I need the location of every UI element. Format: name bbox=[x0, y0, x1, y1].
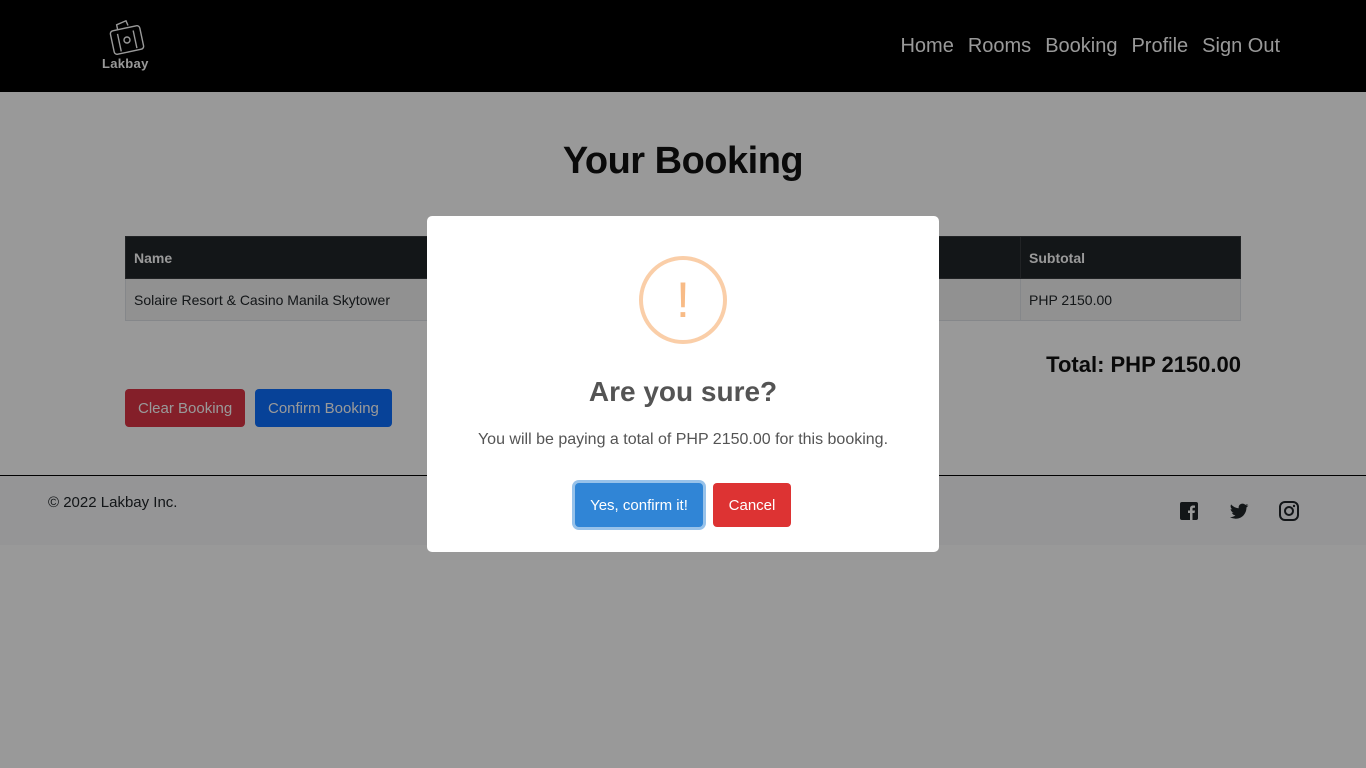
confirm-dialog: ! Are you sure? You will be paying a tot… bbox=[427, 216, 939, 552]
cancel-button[interactable]: Cancel bbox=[713, 483, 791, 527]
yes-confirm-button[interactable]: Yes, confirm it! bbox=[575, 483, 703, 527]
exclamation-icon: ! bbox=[676, 272, 690, 328]
dialog-message: You will be paying a total of PHP 2150.0… bbox=[477, 431, 889, 448]
warning-icon: ! bbox=[639, 256, 727, 344]
dialog-title: Are you sure? bbox=[588, 376, 778, 407]
